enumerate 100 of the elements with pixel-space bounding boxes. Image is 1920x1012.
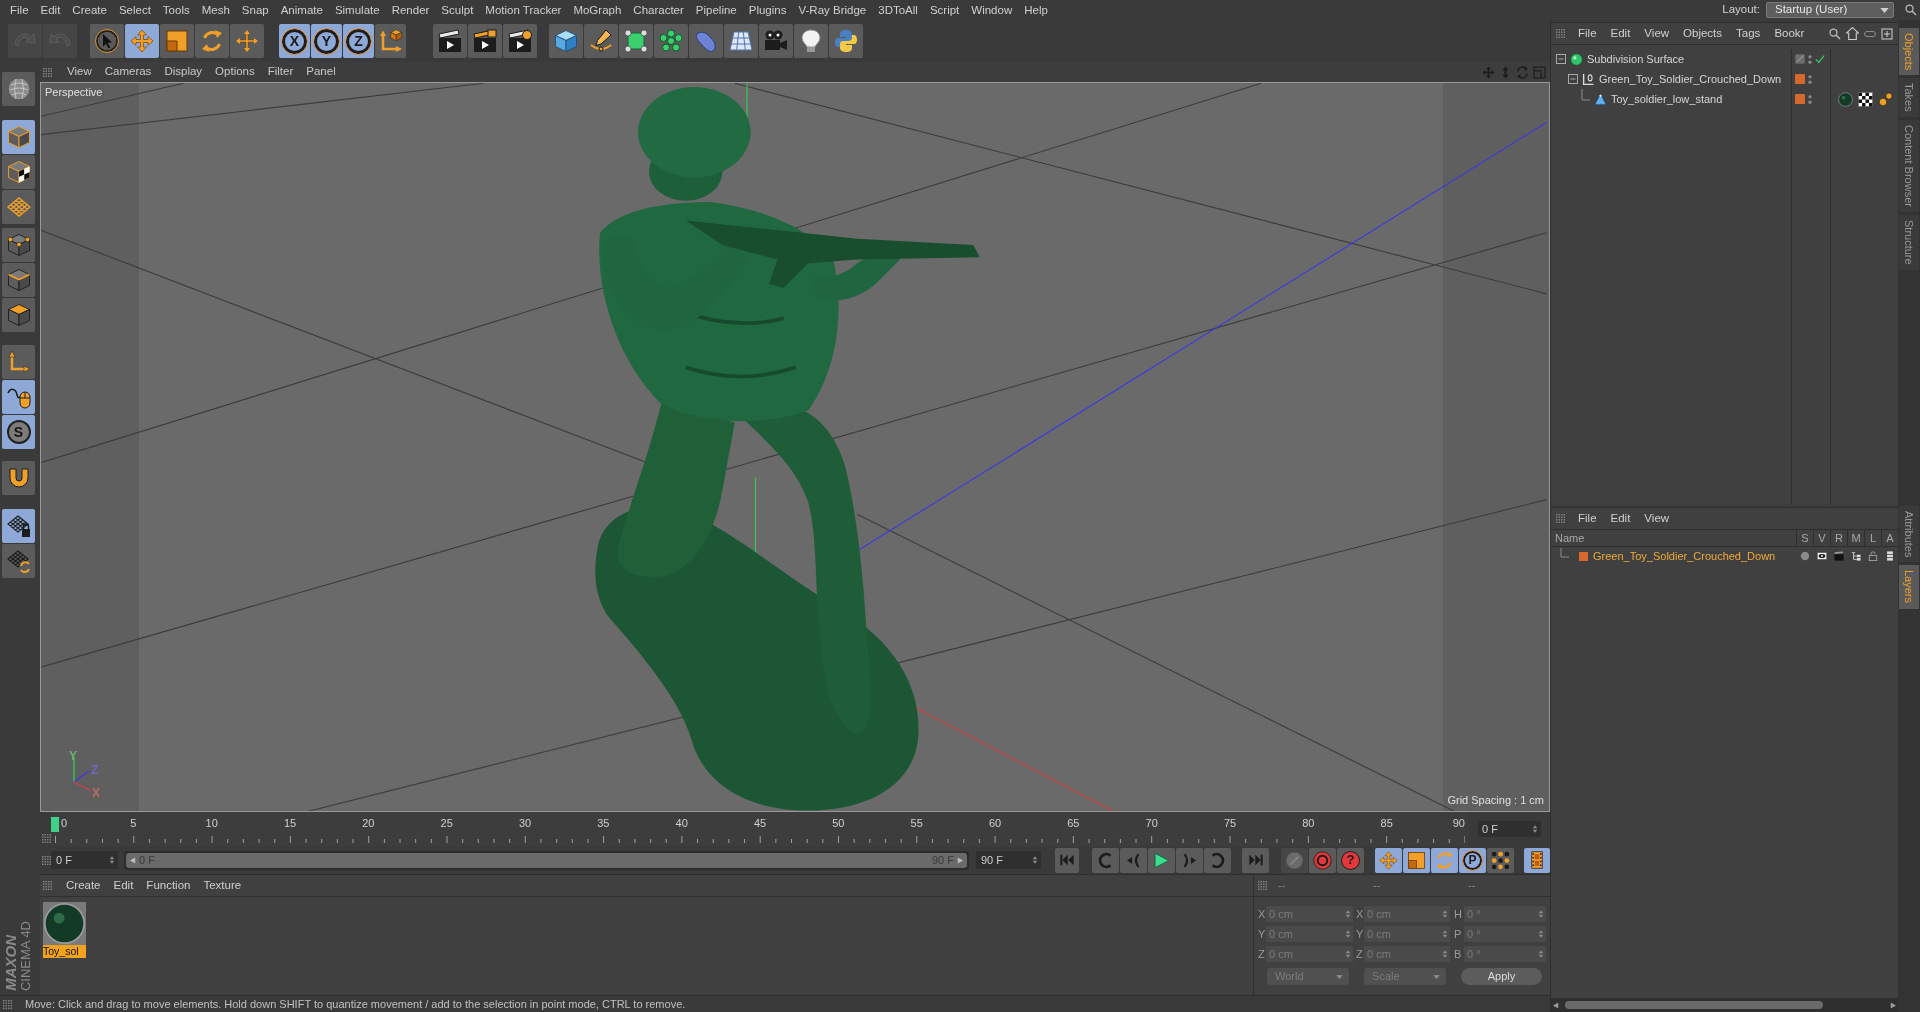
- current-frame-field[interactable]: 0 F: [1478, 821, 1541, 837]
- play-button[interactable]: [1148, 847, 1175, 873]
- menu-item[interactable]: Script: [929, 2, 960, 18]
- start-frame-field[interactable]: 0 F: [51, 851, 118, 869]
- object-menu-item[interactable]: Tags: [1736, 24, 1761, 43]
- viewport-menu-item[interactable]: Filter: [267, 63, 294, 81]
- pill-outline-icon[interactable]: [1864, 30, 1876, 37]
- coordinate-system-button[interactable]: [375, 24, 406, 58]
- axis-lock-button[interactable]: X: [279, 24, 310, 58]
- menu-item[interactable]: Snap: [241, 2, 269, 18]
- viewport-canvas[interactable]: Perspective Y Z X Grid Spacing : 1 cm: [40, 82, 1550, 812]
- texture-mode-button[interactable]: [2, 155, 35, 189]
- axis-lock-button[interactable]: Y: [311, 24, 342, 58]
- render-settings-button[interactable]: [503, 24, 537, 58]
- menu-item[interactable]: Help: [1024, 2, 1048, 18]
- menu-item[interactable]: Sculpt: [441, 2, 474, 18]
- magnet-button[interactable]: [2, 461, 35, 495]
- column-header[interactable]: Name: [1551, 529, 1796, 547]
- object-name[interactable]: Green_Toy_Soldier_Crouched_Down: [1599, 70, 1782, 88]
- object-name[interactable]: Subdivision Surface: [1587, 50, 1685, 68]
- menu-item[interactable]: V-Ray Bridge: [798, 2, 867, 18]
- menu-item[interactable]: Character: [633, 2, 684, 18]
- material-tile[interactable]: Toy_sol: [43, 902, 86, 958]
- side-tab[interactable]: Content Browser: [1899, 120, 1919, 212]
- scrollbar-thumb[interactable]: [1565, 1001, 1823, 1009]
- object-menu-item[interactable]: View: [1644, 24, 1670, 43]
- viewport-menu-item[interactable]: Display: [164, 63, 203, 81]
- side-tab[interactable]: Attributes: [1899, 506, 1919, 563]
- eye-icon[interactable]: [1816, 551, 1827, 561]
- previous-key-button[interactable]: [1092, 847, 1119, 873]
- render-view-button[interactable]: [433, 24, 467, 58]
- subdivision-button[interactable]: [619, 24, 653, 58]
- layer-swatch-icon[interactable]: [1579, 551, 1588, 561]
- next-key-button[interactable]: [1204, 847, 1231, 873]
- layer-menu-item[interactable]: View: [1644, 509, 1670, 528]
- script-button[interactable]: [829, 24, 863, 58]
- sphere-pair-tag-icon[interactable]: [1878, 91, 1893, 107]
- planar-workplane-button[interactable]: [2, 544, 35, 578]
- two-dots-icon[interactable]: [1808, 93, 1812, 105]
- material-sphere-icon[interactable]: [1838, 91, 1853, 107]
- key-help-button[interactable]: ?: [1337, 847, 1364, 873]
- check-icon[interactable]: [1815, 54, 1825, 64]
- layer-name[interactable]: Green_Toy_Soldier_Crouched_Down: [1593, 547, 1776, 565]
- timeline-toggle-button[interactable]: [1524, 847, 1550, 873]
- viewport-menu-item[interactable]: Cameras: [104, 63, 152, 81]
- column-header[interactable]: L: [1864, 529, 1881, 547]
- model-mode-button[interactable]: [2, 120, 35, 154]
- menu-item[interactable]: Window: [971, 2, 1013, 18]
- axis-lock-button[interactable]: Z: [343, 24, 374, 58]
- stacked-bars-icon[interactable]: [1884, 551, 1895, 561]
- cube-button[interactable]: [549, 24, 583, 58]
- floor-button[interactable]: [724, 24, 758, 58]
- recent-tool-button[interactable]: [230, 24, 264, 58]
- object-menu-item[interactable]: Edit: [1610, 24, 1631, 43]
- material-menu-item[interactable]: Texture: [203, 876, 242, 895]
- light-button[interactable]: [794, 24, 828, 58]
- collapse-icon[interactable]: [1568, 74, 1578, 84]
- apply-button[interactable]: Apply: [1461, 968, 1542, 985]
- menu-item[interactable]: Animate: [280, 2, 323, 18]
- cloner-button[interactable]: [654, 24, 688, 58]
- dot-icon[interactable]: [1799, 551, 1810, 561]
- search-icon[interactable]: [1905, 4, 1917, 16]
- menu-item[interactable]: Pipeline: [695, 2, 737, 18]
- key-points-button[interactable]: [1487, 847, 1514, 873]
- menu-item[interactable]: Motion Tracker: [485, 2, 562, 18]
- key-parameter-button[interactable]: P: [1459, 847, 1486, 873]
- viewport-menu-item[interactable]: Options: [215, 63, 255, 81]
- object-name[interactable]: Toy_soldier_low_stand: [1611, 90, 1723, 108]
- go-to-end-button[interactable]: [1242, 847, 1269, 873]
- home-icon[interactable]: [1846, 27, 1859, 40]
- layout-dropdown[interactable]: Startup (User): [1766, 2, 1894, 18]
- live-selection-button[interactable]: [90, 24, 124, 58]
- material-menu-item[interactable]: Create: [66, 876, 101, 895]
- side-tab[interactable]: Structure: [1899, 215, 1919, 270]
- rotate-tool-button[interactable]: [195, 24, 229, 58]
- column-header[interactable]: V: [1813, 529, 1830, 547]
- checker-tag-icon[interactable]: [1858, 91, 1873, 107]
- object-menu-item[interactable]: Bookr: [1774, 24, 1805, 43]
- lock-icon[interactable]: [1867, 551, 1878, 561]
- object-menu-item[interactable]: Objects: [1683, 24, 1723, 43]
- menu-item[interactable]: Select: [118, 2, 151, 18]
- edges-mode-button[interactable]: [2, 263, 35, 297]
- menu-item[interactable]: Tools: [162, 2, 190, 18]
- menu-item[interactable]: Simulate: [334, 2, 380, 18]
- search-icon[interactable]: [1829, 27, 1841, 40]
- column-header[interactable]: S: [1796, 529, 1813, 547]
- clapper-icon[interactable]: [1833, 551, 1844, 561]
- axis-mode-button[interactable]: [2, 345, 35, 379]
- playhead-marker[interactable]: [51, 817, 59, 832]
- two-dots-icon[interactable]: [1808, 53, 1812, 65]
- menu-item[interactable]: Mesh: [201, 2, 230, 18]
- polygons-mode-button[interactable]: [2, 298, 35, 332]
- autokey-button[interactable]: [1309, 847, 1336, 873]
- sculpt-button[interactable]: [2, 72, 35, 106]
- layer-menu-item[interactable]: File: [1578, 509, 1597, 528]
- pen-button[interactable]: [584, 24, 618, 58]
- menu-item[interactable]: Create: [72, 2, 107, 18]
- workplane-lock-button[interactable]: [2, 509, 35, 543]
- key-scale-button[interactable]: [1403, 847, 1430, 873]
- points-mode-button[interactable]: [2, 228, 35, 262]
